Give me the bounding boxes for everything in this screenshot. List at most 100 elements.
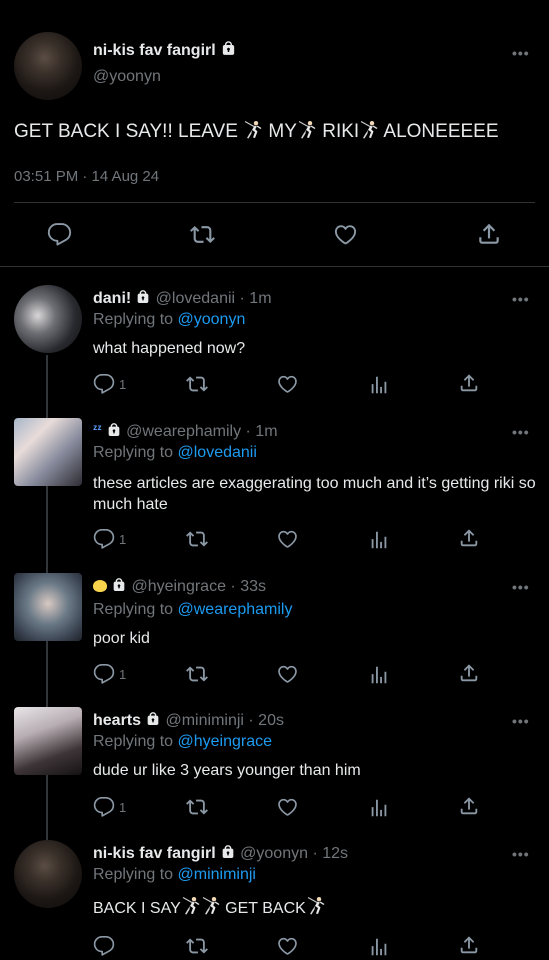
fencer-emoji [359,120,379,140]
share-icon[interactable] [458,662,480,684]
lock-icon [135,289,151,305]
retweet-icon[interactable] [185,663,209,685]
reply-icon[interactable] [93,935,115,957]
reply-count: 1 [119,532,127,547]
main-tweet: ni-kis fav fangirl @yoonyn ••• GET BACK … [0,0,549,267]
replying-to-link[interactable]: @miniminji [178,866,256,883]
reply-text: dude ur like 3 years younger than him [93,762,361,779]
replying-prefix: Replying to [93,601,178,618]
reply-header: ᶻᶻ @wearephamily · 1m [93,422,278,441]
author-handle[interactable]: @wearephamily [126,423,241,440]
replying-prefix: Replying to [93,311,178,328]
replying-prefix: Replying to [93,866,178,883]
more-icon[interactable]: ••• [512,291,530,307]
reply-icon[interactable] [93,663,115,685]
views-icon[interactable] [368,374,390,396]
like-icon[interactable] [276,373,299,395]
replying-to-link[interactable]: @wearephamily [178,601,293,618]
lock-icon [111,577,127,593]
more-icon[interactable]: ••• [512,579,530,595]
tweet-text-part: RIKI [316,121,360,142]
like-icon[interactable] [332,222,359,247]
author-handle[interactable]: @lovedanii [156,290,235,307]
more-icon[interactable]: ••• [512,713,530,729]
tweet-text-part: GET BACK I SAY!! LEAVE [14,121,244,142]
author-name[interactable]: dani! [93,290,131,307]
replying-to: Replying to @yoonyn [93,311,245,329]
lock-icon [220,844,236,860]
avatar[interactable] [14,573,82,641]
reply-header: @hyeingrace · 33s [93,577,266,596]
reply-header: hearts @miniminji · 20s [93,711,284,730]
fencer-emoji [297,120,317,140]
more-icon[interactable]: ••• [512,424,530,440]
tweet-text: GET BACK I SAY!! LEAVE MY RIKI ALONEEEEE [14,120,499,143]
avatar[interactable] [14,418,82,486]
avatar[interactable] [14,32,82,100]
reply-tweet[interactable]: @hyeingrace · 33s ••• Replying to @weare… [0,573,549,693]
retweet-icon[interactable] [185,373,209,395]
retweet-icon[interactable] [185,796,209,818]
author-name[interactable]: ni-kis fav fangirl [93,40,237,60]
like-icon[interactable] [276,796,299,818]
replying-to: Replying to @hyeingrace [93,733,272,751]
author-handle[interactable]: @miniminji [165,712,243,729]
reply-icon[interactable] [93,796,115,818]
replying-to-link[interactable]: @lovedanii [178,444,257,461]
retweet-icon[interactable] [185,528,209,550]
author-handle[interactable]: @hyeingrace [131,578,226,595]
lock-icon [106,422,122,438]
reply-header: dani! @lovedanii · 1m [93,289,272,308]
chick-emoji [93,580,107,592]
reply-icon[interactable] [93,528,115,550]
tweet-timestamp[interactable]: 03:51 PM · 14 Aug 24 [14,168,159,185]
views-icon[interactable] [368,936,390,958]
lock-icon [220,40,237,57]
replying-to-link[interactable]: @yoonyn [178,311,246,328]
more-icon[interactable]: ••• [512,846,530,862]
author-name[interactable]: ni-kis fav fangirl [93,845,216,862]
share-icon[interactable] [458,795,480,817]
author-handle[interactable]: @yoonyn [93,68,161,86]
reply-count: 1 [119,667,127,682]
fencer-emoji [243,120,263,140]
reply-icon[interactable] [93,373,115,395]
replying-to-link[interactable]: @hyeingrace [178,733,273,750]
retweet-icon[interactable] [189,222,216,247]
reply-time: · 12s [308,845,349,862]
reply-icon[interactable] [47,222,72,247]
reply-tweet[interactable]: ᶻᶻ @wearephamily · 1m ••• Replying to @l… [0,418,549,563]
reply-tweet[interactable]: dani! @lovedanii · 1m ••• Replying to @y… [0,285,549,410]
views-icon[interactable] [368,797,390,819]
like-icon[interactable] [276,528,299,550]
lock-icon [145,711,161,727]
more-icon[interactable]: ••• [512,45,530,61]
fencer-emoji [306,896,326,916]
fencer-emoji [201,896,221,916]
share-icon[interactable] [458,527,480,549]
views-icon[interactable] [368,529,390,551]
zzz-emoji: ᶻᶻ [93,422,102,436]
avatar[interactable] [14,285,82,353]
author-handle[interactable]: @yoonyn [240,845,308,862]
avatar[interactable] [14,707,82,775]
author-name[interactable]: hearts [93,712,141,729]
views-icon[interactable] [368,664,390,686]
like-icon[interactable] [276,935,299,957]
tweet-text-part: ALONEEEEE [379,121,499,142]
reply-tweet[interactable]: hearts @miniminji · 20s ••• Replying to … [0,707,549,827]
fencer-emoji [181,896,201,916]
reply-count: 1 [119,800,127,815]
retweet-icon[interactable] [185,935,209,957]
avatar[interactable] [14,840,82,908]
replying-prefix: Replying to [93,733,178,750]
replying-to: Replying to @lovedanii [93,444,257,462]
share-icon[interactable] [458,934,480,956]
share-icon[interactable] [476,221,502,247]
like-icon[interactable] [276,663,299,685]
reply-tweet[interactable]: ni-kis fav fangirl @yoonyn · 12s ••• Rep… [0,840,549,960]
share-icon[interactable] [458,372,480,394]
replying-to: Replying to @miniminji [93,866,256,884]
reply-header: ni-kis fav fangirl @yoonyn · 12s [93,844,348,863]
replying-to: Replying to @wearephamily [93,601,292,619]
